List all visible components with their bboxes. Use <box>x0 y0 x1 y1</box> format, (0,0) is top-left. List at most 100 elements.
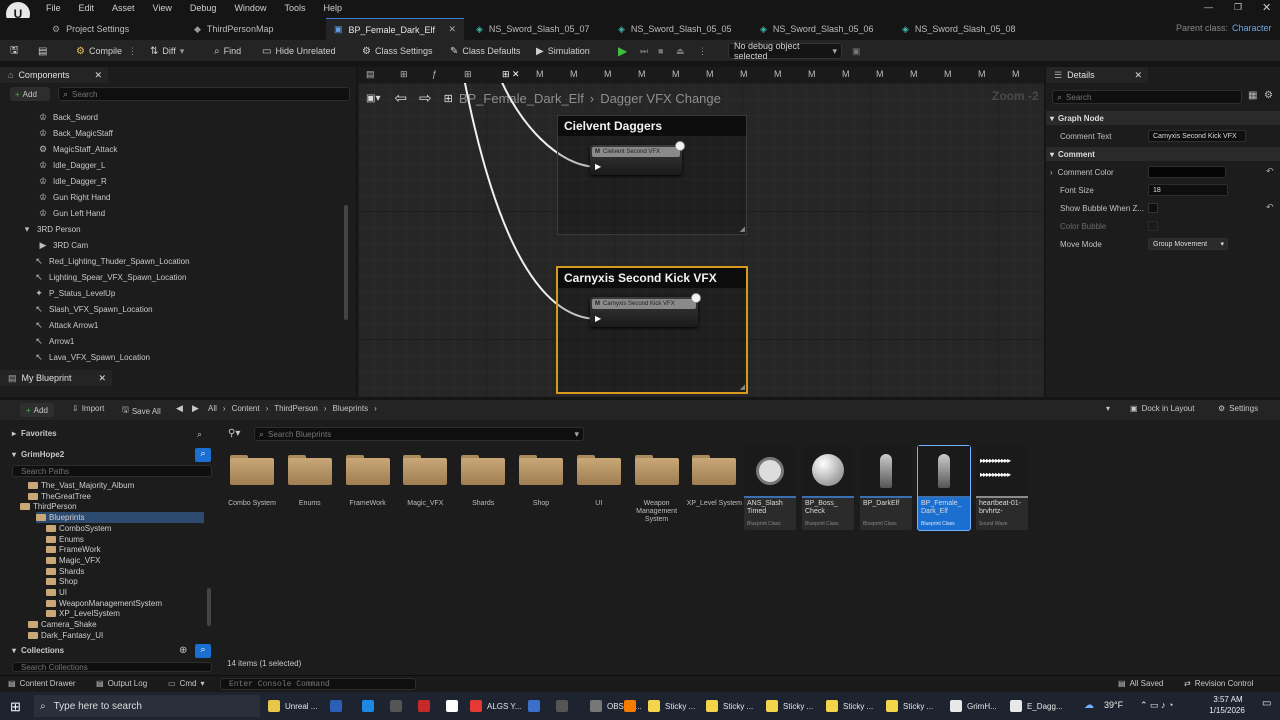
taskbar-app[interactable] <box>624 696 641 716</box>
graph-tab-icon[interactable]: ƒ <box>432 69 437 79</box>
compile-button[interactable]: ⚙ Compile ⋮ <box>76 43 137 59</box>
console-input[interactable] <box>229 679 415 689</box>
folder-label[interactable]: Shards <box>453 500 513 508</box>
add-collection-icon[interactable]: ⊕ <box>179 645 187 656</box>
taskbar-search[interactable]: ⌕ Type here to search <box>34 695 260 717</box>
dock-in-layout-button[interactable]: ▣ Dock in Layout <box>1130 404 1194 413</box>
stop-icon[interactable]: ■ <box>658 43 663 59</box>
step-icon[interactable]: ⏭ <box>640 43 648 59</box>
close-panel-icon[interactable]: ✕ <box>1134 70 1142 81</box>
taskbar-app[interactable]: E_Dagg... <box>1010 696 1063 716</box>
taskbar-app[interactable] <box>390 696 407 716</box>
asset-tile[interactable]: ▸▸▸▸▸▸▸▸▸▸ ▸▸▸▸▸▸▸▸▸▸ heartbeat-01- brvhrt… <box>976 446 1028 530</box>
components-search-input[interactable] <box>72 89 349 99</box>
folder-icon[interactable] <box>634 455 679 485</box>
taskbar-app[interactable]: ALGS Y... <box>470 696 521 716</box>
asset-tile[interactable]: BP_Female_ Dark_Elf Blueprint Class <box>917 445 971 531</box>
save-all-button[interactable]: 🖫 Save All <box>122 404 161 418</box>
play-icon[interactable]: ▶ <box>618 43 627 59</box>
project-header[interactable]: ▾ GrimHope2 <box>12 450 64 459</box>
tab-ns-sword-slash-05-06[interactable]: ◈ NS_Sword_Slash_05_06 <box>752 18 892 40</box>
taskbar-app[interactable] <box>330 696 347 716</box>
notifications-icon[interactable]: ▭ <box>1262 698 1271 709</box>
folder-icon[interactable] <box>519 455 563 485</box>
tab-ns-sword-slash-05-08[interactable]: ◈ NS_Sword_Slash_05_08 <box>894 18 1034 40</box>
favorites-header[interactable]: ▸ Favorites <box>12 429 57 438</box>
search-paths-input[interactable] <box>21 466 211 476</box>
folder-icon[interactable] <box>287 455 332 485</box>
path-blueprints[interactable]: Blueprints <box>333 404 369 413</box>
debug-object-dropdown[interactable]: No debug object selected ▾ <box>728 41 842 61</box>
folder-tree-scrollbar[interactable] <box>207 588 211 626</box>
macro-graph-tab-icon[interactable]: M <box>740 69 748 79</box>
component-item[interactable]: ♔ Back_Sword <box>38 109 98 125</box>
macro-node-carnyxis[interactable]: M Carnyxis Second Kick VFX ▶ <box>590 297 698 327</box>
font-size-field[interactable]: 18 <box>1148 184 1228 196</box>
components-scrollbar[interactable] <box>344 205 348 320</box>
hide-unrelated-button[interactable]: ▭ Hide Unrelated <box>262 43 336 59</box>
search-collections[interactable] <box>12 662 212 672</box>
folder-tree-item[interactable]: Blueprints <box>36 512 204 524</box>
taskbar-app[interactable]: Sticky ... <box>766 696 813 716</box>
folder-tree-item[interactable]: XP_LevelSystem <box>46 608 120 619</box>
comment-title[interactable]: Cielvent Daggers <box>558 116 746 136</box>
macro-graph-tab-icon[interactable]: M <box>638 69 646 79</box>
folder-label[interactable]: Magic_VFX <box>395 500 455 508</box>
component-item[interactable]: ♔ Back_MagicStaff <box>38 125 113 141</box>
close-panel-icon[interactable]: ✕ <box>94 70 102 81</box>
add-component-button[interactable]: + Add <box>10 87 50 101</box>
folder-tree-item[interactable]: Camera_Shake <box>28 619 97 630</box>
tray-icons[interactable]: ⌃ ▭ ♪ ◔ <box>1140 700 1173 711</box>
exec-pin-icon[interactable]: ▶ <box>595 314 601 323</box>
folder-icon[interactable] <box>230 455 274 485</box>
taskbar-app[interactable]: Sticky ... <box>648 696 695 716</box>
folder-tree-item[interactable]: ThirdPerson <box>20 501 77 512</box>
tab-bp-female-dark-elf[interactable]: ▣ BP_Female_Dark_Elf ✕ <box>326 18 464 40</box>
component-item[interactable]: ⚙ MagicStaff_Attack <box>38 141 117 157</box>
folder-tree-item[interactable]: The_Vast_Majority_Album <box>28 480 134 491</box>
folder-tree-item[interactable]: WeaponManagementSystem <box>46 598 162 609</box>
component-item[interactable]: ♔ Idle_Dagger_R <box>38 173 107 189</box>
search-icon[interactable]: ⌕ <box>197 429 202 440</box>
color-bubble-checkbox[interactable] <box>1148 221 1158 231</box>
macro-graph-tab-icon[interactable]: M <box>706 69 714 79</box>
parent-class-link[interactable]: Character <box>1232 23 1272 33</box>
taskbar-app[interactable]: Sticky ... <box>826 696 873 716</box>
close-tab-icon[interactable]: ✕ <box>448 24 456 35</box>
clock-date[interactable]: 1/15/2026 <box>1202 706 1252 715</box>
exec-pin-icon[interactable]: ▶ <box>595 162 601 171</box>
search-collections-toggle-icon[interactable]: ⌕ <box>195 644 211 658</box>
taskbar-app[interactable]: Sticky ... <box>706 696 753 716</box>
folder-tree-item[interactable]: Dark_Fantasy_UI <box>28 630 103 641</box>
macro-graph-tab-icon[interactable]: M <box>910 69 918 79</box>
details-search[interactable]: ⌕ <box>1052 90 1242 104</box>
folder-label[interactable]: Enums <box>280 500 340 508</box>
output-log-button[interactable]: ▤ Output Log <box>96 679 147 688</box>
path-thirdperson[interactable]: ThirdPerson <box>274 404 318 413</box>
search-paths-toggle-icon[interactable]: ⌕ <box>195 448 211 462</box>
macro-graph-tab-icon[interactable]: M <box>1012 69 1020 79</box>
component-item[interactable]: ↖ Red_Lighting_Thuder_Spawn_Location <box>34 253 189 269</box>
graph-tab-icon[interactable]: ⊞ ✕ <box>502 69 520 80</box>
resize-handle-icon[interactable]: ◢ <box>740 225 745 233</box>
tab-thirdpersonmap[interactable]: ◆ ThirdPersonMap <box>186 18 324 40</box>
comment-box-cielvent[interactable]: Cielvent Daggers ◢ <box>557 115 747 235</box>
details-search-input[interactable] <box>1066 92 1241 102</box>
folder-tree-item[interactable]: ComboSystem <box>46 523 111 534</box>
comment-color-swatch[interactable] <box>1148 166 1226 178</box>
search-paths[interactable] <box>12 465 212 477</box>
path-all[interactable]: All <box>208 404 217 413</box>
diff-button[interactable]: ⇅ Diff ▾ <box>150 43 184 59</box>
component-item[interactable]: ↖ Lighting_Spear_VFX_Spawn_Location <box>34 269 186 285</box>
reset-arrow-icon[interactable]: ↶ <box>1266 166 1274 177</box>
taskbar-app[interactable]: Sticky ... <box>886 696 933 716</box>
asset-tile[interactable]: BP_DarkElf Blueprint Class <box>860 446 912 530</box>
macro-graph-tab-icon[interactable]: M <box>672 69 680 79</box>
eject-icon[interactable]: ⏏ <box>676 43 685 59</box>
expand-arrow-icon[interactable]: › <box>1050 168 1053 177</box>
tab-project-settings[interactable]: ⚙ Project Settings <box>44 18 184 40</box>
folder-label[interactable]: FrameWork <box>338 500 398 508</box>
asset-tile[interactable]: ANS_Slash Timed Blueprint Class <box>744 446 796 530</box>
section-graph-node[interactable]: ▾ Graph Node <box>1046 111 1280 125</box>
folder-label[interactable]: UI <box>569 500 629 508</box>
